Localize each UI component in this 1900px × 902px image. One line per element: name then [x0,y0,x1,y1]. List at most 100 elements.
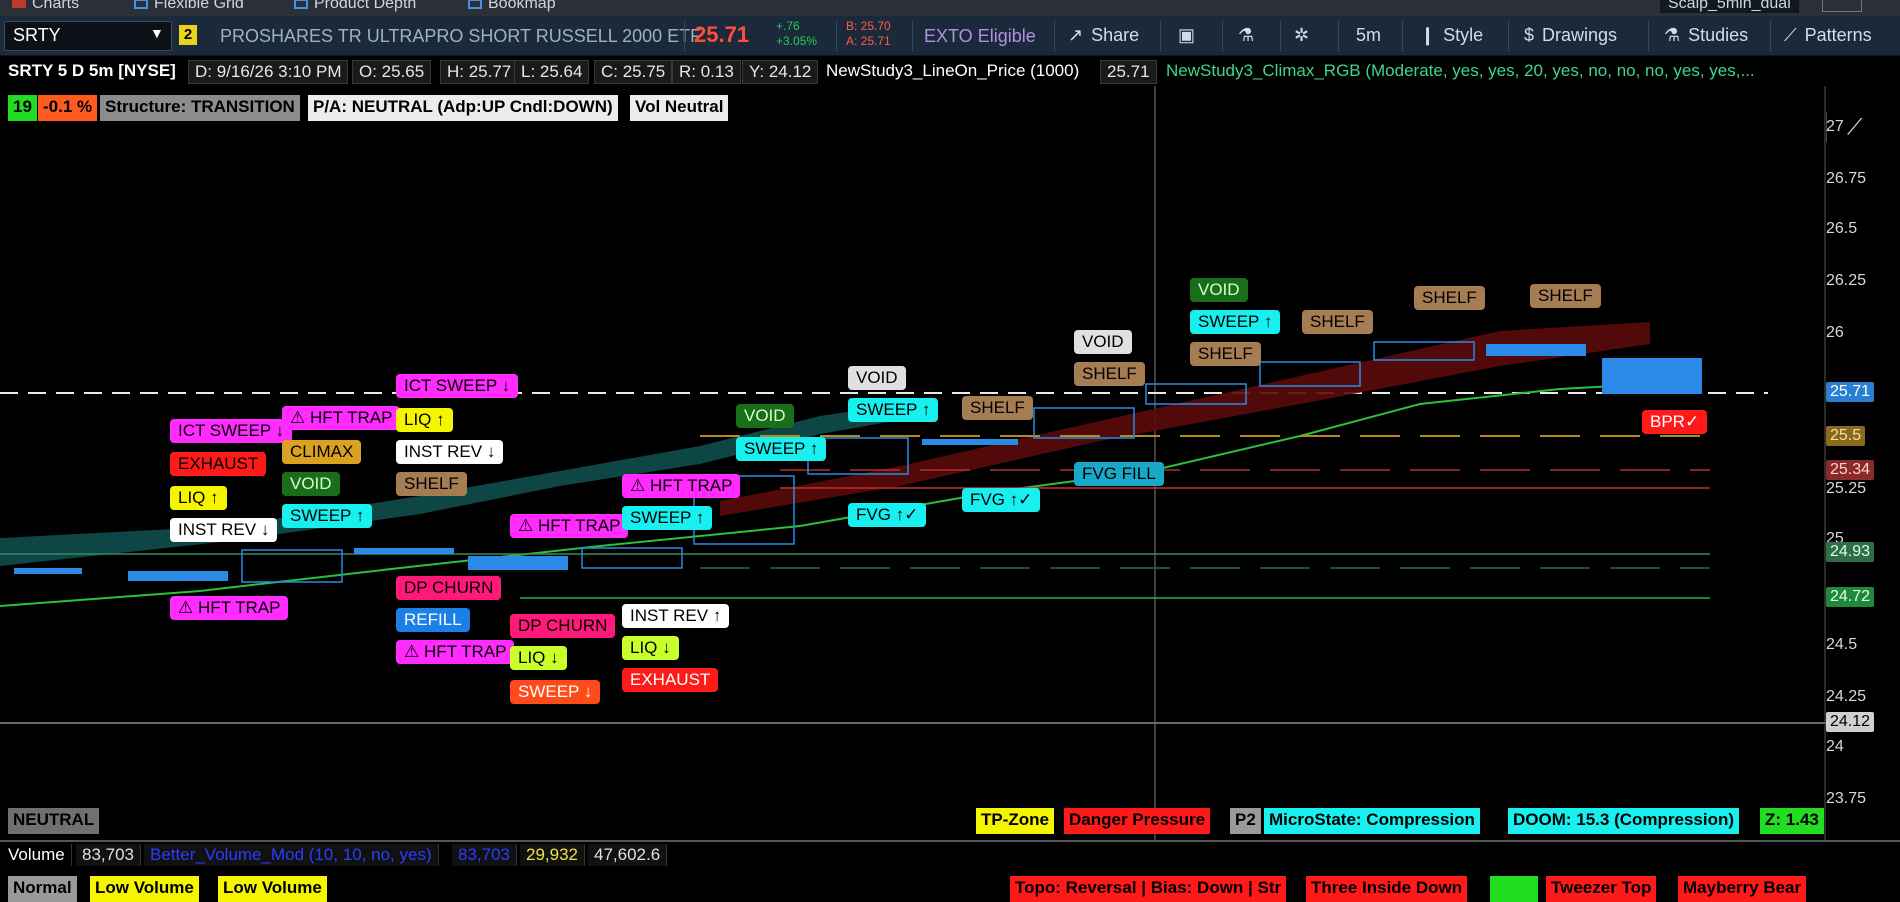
chart-settings-button[interactable]: ▣ [1178,16,1195,55]
signal-label: ICT SWEEP ↓ [396,374,519,398]
grid-icon [134,0,148,9]
signal-label: DP CHURN [510,614,616,638]
low-volume-badge: Low Volume [218,876,327,902]
link-group-badge[interactable]: 2 [179,25,197,45]
price-tick: 24.25 [1826,688,1867,705]
study-info-bar: SRTY 5 D 5m [NYSE] D: 9/16/26 3:10 PM O:… [0,56,1900,142]
danger-badge: Danger Pressure [1064,808,1211,834]
signal-label: ICT SWEEP ↓ [170,419,293,443]
signal-label: VOID [1190,278,1248,302]
signal-label: INST REV ↓ [170,518,278,542]
price-chart[interactable] [0,86,1826,840]
volume-study-name[interactable]: Better_Volume_Mod (10, 10, no, yes) [144,844,439,866]
price-tick: 27 [1826,118,1844,135]
patterns-button[interactable]: ⟋ Patterns [1784,16,1872,55]
symbol-selector[interactable]: SRTY ▼ [4,21,172,51]
studies-button[interactable]: ⚗ Studies [1664,16,1748,55]
gear-icon: ✲ [1294,25,1310,45]
tab-charts[interactable]: Charts [12,0,79,13]
tab-bookmap-label: Bookmap [488,0,556,12]
price-tick: 26 [1826,324,1844,341]
signal-label: EXHAUST [170,452,267,476]
share-button[interactable]: ↗ Share [1068,16,1139,55]
style-button[interactable]: ❙ Style [1420,16,1483,55]
studies-label: Studies [1688,25,1749,45]
patterns-icon: ⟋ [1784,25,1797,45]
signal-label: FVG ↑✓ [848,503,927,527]
change-box: +.76 +3.05% [776,19,817,49]
signal-label: SWEEP ↑ [622,506,713,530]
signal-label: LIQ ↓ [622,636,679,660]
depth-icon [294,0,308,9]
doom-badge: DOOM: 15.3 (Compression) [1508,808,1740,834]
signal-label: LIQ ↑ [170,486,227,510]
microstate-badge: MicroState: Compression [1264,808,1480,834]
patterns-label: Patterns [1804,25,1872,45]
flask-icon: ⚗ [1664,25,1681,45]
drawings-button[interactable]: $ Drawings [1524,16,1617,55]
settings-button[interactable]: ✲ [1294,16,1309,55]
signal-label: SWEEP ↑ [282,504,373,528]
volume-value: 83,703 [76,844,141,866]
price-tick: 24 [1826,738,1844,755]
three-inside-badge: Three Inside Down [1306,876,1468,902]
change-abs: +.76 [776,19,800,33]
signal-label: SHELF [1074,362,1145,386]
signal-label: VOID [1074,330,1132,354]
tab-strip: Charts Flexible Grid Product Depth Bookm… [0,0,1900,16]
signal-label: SHELF [962,396,1033,420]
open-cell: O: 25.65 [352,60,432,84]
price-tick: 26.25 [1826,272,1867,289]
flask-button[interactable]: ⚗ [1238,16,1254,55]
low-cell: L: 25.64 [514,60,590,84]
flask-icon: ⚗ [1238,25,1255,45]
signal-label: VOID [848,366,906,390]
signal-label: VOID [736,404,794,428]
level-tag-gold: 25.5 [1826,426,1866,446]
price-tick: 23.75 [1826,790,1867,807]
price-tick: 26.75 [1826,170,1867,187]
trendline-icon: ⟋ [1847,114,1863,139]
signal-label: INST REV ↓ [396,440,504,464]
signal-label: BPR✓ [1642,410,1708,434]
signal-label: ⚠ HFT TRAP [396,640,515,664]
pane-divider[interactable] [0,840,1900,842]
dollar-icon: $ [1524,25,1535,45]
tab-product-depth[interactable]: Product Depth [294,0,416,13]
p2-badge: P2 [1230,808,1261,834]
last-price: 25.71 [694,22,750,47]
exto-eligible: EXTO Eligible [924,26,1036,46]
chart-icon: ▣ [1178,25,1196,45]
tab-charts-label: Charts [32,0,80,12]
signal-label: REFILL [396,608,470,632]
tab-flexible-grid-label: Flexible Grid [154,0,244,12]
share-icon: ↗ [1068,25,1084,45]
tab-product-depth-label: Product Depth [314,0,417,12]
style-label: Style [1443,25,1484,45]
timeframe-button[interactable]: 5m [1356,16,1381,55]
signal-label: FVG ↑✓ [962,488,1041,512]
volume-study-v1: 83,703 [452,844,517,866]
study1-name[interactable]: NewStudy3_LineOn_Price (1000) [820,60,1086,82]
tab-flexible-grid[interactable]: Flexible Grid [134,0,244,13]
normal-badge: Normal [8,876,77,902]
layout-selector[interactable]: Scalp_5min_dual [1660,0,1799,13]
study2-name[interactable]: NewStudy3_Climax_RGB (Moderate, yes, yes… [1160,60,1761,82]
signal-label: ⚠ HFT TRAP [510,514,629,538]
drawings-label: Drawings [1542,25,1618,45]
signal-label: SHELF [1302,310,1373,334]
tab-bookmap[interactable]: Bookmap [468,0,556,13]
signal-label: SHELF [1530,284,1601,308]
chevron-down-icon: ▼ [150,25,164,41]
signal-label: FVG FILL [1074,462,1164,486]
signal-label: DP CHURN [396,576,502,600]
chart-title: SRTY 5 D 5m [NYSE] [2,60,182,82]
charts-icon [12,0,26,8]
topo-badge: Topo: Reversal | Bias: Down | Str [1010,876,1287,902]
bookmap-icon [468,0,482,9]
range-cell: R: 0.13 [672,60,741,84]
high-cell: H: 25.77 [440,60,519,84]
window-control[interactable] [1822,0,1862,12]
signal-label: EXHAUST [622,668,719,692]
candle-icon: ❙ [1420,25,1436,45]
